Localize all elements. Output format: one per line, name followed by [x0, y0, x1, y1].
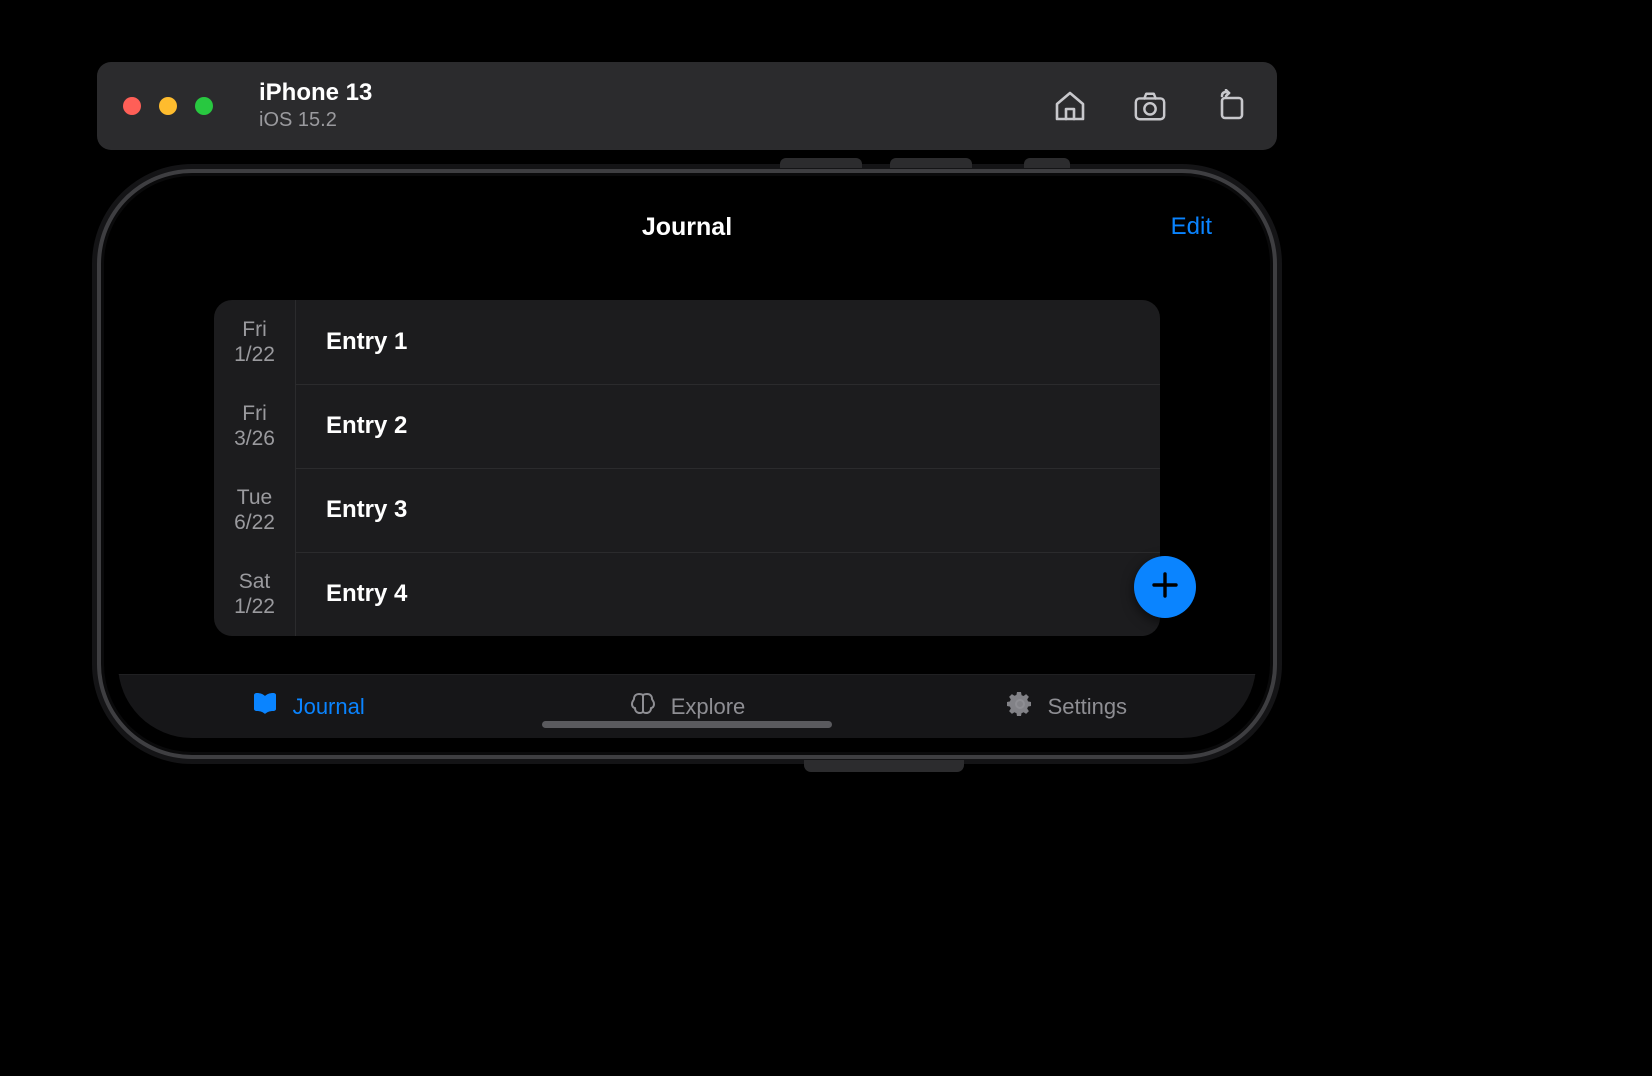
page-title: Journal [642, 213, 732, 242]
tab-bar: Journal Explore Settings [118, 674, 1256, 738]
volume-up-button [780, 158, 862, 168]
list-item[interactable]: Sat 1/22 Entry 4 [214, 552, 1160, 636]
tab-explore[interactable]: Explore [497, 690, 876, 724]
rotate-icon[interactable] [1213, 89, 1247, 123]
power-button [804, 760, 964, 772]
home-indicator[interactable] [542, 721, 832, 728]
window-controls [123, 97, 213, 115]
navigation-bar: Journal Edit [118, 190, 1256, 264]
os-version-label: iOS 15.2 [259, 109, 372, 132]
entry-date-label: 1/22 [234, 594, 275, 619]
gear-icon [1006, 690, 1034, 724]
entry-date: Fri 3/26 [214, 384, 296, 468]
simulator-device-info: iPhone 13 iOS 15.2 [259, 80, 372, 131]
list-item[interactable]: Tue 6/22 Entry 3 [214, 468, 1160, 552]
content-area: Fri 1/22 Entry 1 Fri 3/26 Entry 2 Tue [118, 264, 1256, 674]
entry-day-label: Tue [237, 485, 272, 510]
entry-date: Sat 1/22 [214, 552, 296, 636]
entry-date-label: 3/26 [234, 426, 275, 451]
tab-label: Settings [1048, 694, 1128, 720]
screenshot-icon[interactable] [1133, 89, 1167, 123]
device-screen: Journal Edit Fri 1/22 Entry 1 Fri 3/26 [118, 190, 1256, 738]
entry-title: Entry 2 [296, 384, 1160, 468]
mute-switch [1024, 158, 1070, 168]
minimize-window-button[interactable] [159, 97, 177, 115]
entry-day-label: Fri [242, 317, 267, 342]
entry-date-label: 6/22 [234, 510, 275, 535]
plus-icon [1150, 570, 1180, 605]
entry-title: Entry 4 [296, 552, 1160, 636]
entry-day-label: Fri [242, 401, 267, 426]
edit-button[interactable]: Edit [1171, 213, 1212, 241]
entry-day-label: Sat [239, 569, 271, 594]
device-frame: Journal Edit Fri 1/22 Entry 1 Fri 3/26 [104, 176, 1270, 752]
simulator-toolbar-actions [1053, 89, 1247, 123]
device-name-label: iPhone 13 [259, 80, 372, 106]
close-window-button[interactable] [123, 97, 141, 115]
entry-date-label: 1/22 [234, 342, 275, 367]
home-icon[interactable] [1053, 89, 1087, 123]
tab-settings[interactable]: Settings [877, 690, 1256, 724]
entry-date: Tue 6/22 [214, 468, 296, 552]
tab-label: Explore [671, 694, 746, 720]
list-item[interactable]: Fri 3/26 Entry 2 [214, 384, 1160, 468]
journal-entries-list: Fri 1/22 Entry 1 Fri 3/26 Entry 2 Tue [214, 300, 1160, 636]
list-item[interactable]: Fri 1/22 Entry 1 [214, 300, 1160, 384]
book-icon [251, 690, 279, 724]
simulator-title-bar: iPhone 13 iOS 15.2 [97, 62, 1277, 150]
add-entry-button[interactable] [1134, 556, 1196, 618]
entry-title: Entry 1 [296, 300, 1160, 384]
tab-label: Journal [293, 694, 365, 720]
entry-date: Fri 1/22 [214, 300, 296, 384]
entry-title: Entry 3 [296, 468, 1160, 552]
tab-journal[interactable]: Journal [118, 690, 497, 724]
volume-down-button [890, 158, 972, 168]
brain-icon [629, 690, 657, 724]
zoom-window-button[interactable] [195, 97, 213, 115]
